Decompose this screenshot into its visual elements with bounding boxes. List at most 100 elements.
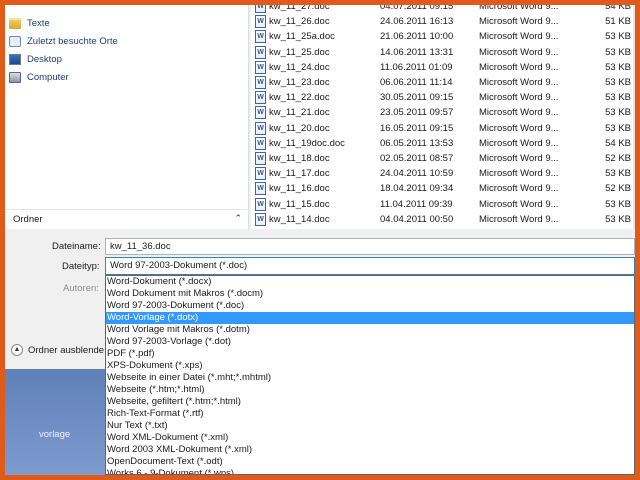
file-name: kw_11_27.doc — [269, 5, 330, 12]
nav-item-texte[interactable]: Texte — [9, 15, 50, 31]
file-type: Microsoft Word 9... — [479, 77, 559, 88]
filetype-option[interactable]: Word 97-2003-Dokument (*.doc) — [106, 300, 634, 312]
file-name: kw_11_17.doc — [269, 168, 330, 180]
filetype-option[interactable]: Webseite, gefiltert (*.htm;*.html) — [106, 396, 634, 408]
file-list: kw_11_27.doc 04.07.2011 09:15 Microsoft Wo… — [251, 5, 635, 229]
file-row[interactable]: kw_11_19doc.doc 06.05.2011 13:53 Microsoft… — [251, 136, 635, 152]
filetype-option[interactable]: Word XML-Dokument (*.xml) — [106, 432, 634, 444]
chevron-up-icon[interactable]: ⌃ — [234, 213, 242, 224]
filetype-option[interactable]: Word 97-2003-Vorlage (*.dot) — [106, 336, 634, 348]
file-name: kw_11_25a.doc — [269, 31, 335, 43]
word-document-icon — [255, 182, 266, 196]
filetype-option[interactable]: Word 2003 XML-Dokument (*.xml) — [106, 444, 634, 456]
panel-label: vorlage — [39, 429, 71, 440]
file-row[interactable]: kw_11_23.doc 06.06.2011 11:14 Microsoft Wo… — [251, 76, 635, 91]
desktop-icon — [9, 53, 21, 65]
word-document-icon — [255, 106, 266, 120]
file-type: Microsoft Word 9... — [479, 46, 559, 58]
word-document-icon — [255, 76, 266, 89]
file-size: 53 KB — [605, 77, 631, 88]
collapse-icon: ▲ — [11, 344, 23, 356]
file-date: 18.04.2011 09:34 — [380, 183, 454, 195]
file-date: 06.05.2011 13:53 — [380, 137, 454, 149]
file-row[interactable]: kw_11_15.doc 11.04.2011 09:39 Microsoft Wo… — [251, 197, 635, 213]
filetype-option[interactable]: Word-Vorlage (*.dotx) — [106, 312, 634, 324]
file-size: 52 KB — [605, 183, 631, 195]
word-document-icon — [255, 45, 266, 59]
file-type: Microsoft Word 9... — [479, 31, 559, 43]
file-size: 53 KB — [605, 168, 631, 180]
file-row[interactable]: kw_11_14.doc 04.04.2011 00:50 Microsoft Wo… — [251, 212, 635, 228]
filetype-option[interactable]: Rich-Text-Format (*.rtf) — [106, 408, 634, 420]
file-date: 14.06.2011 13:31 — [380, 46, 454, 58]
file-row[interactable]: kw_11_22.doc 30.05.2011 09:15 Microsoft Wo… — [251, 91, 635, 106]
filename-input[interactable]: kw_11_36.doc — [105, 238, 635, 255]
file-row[interactable]: kw_11_17.doc 24.04.2011 10:59 Microsoft Wo… — [251, 167, 635, 182]
file-row[interactable]: kw_11_26.doc 24.06.2011 16:13 Microsoft Wo… — [251, 15, 635, 30]
file-name: kw_11_15.doc — [269, 198, 330, 210]
file-size: 53 KB — [605, 31, 631, 43]
file-size: 53 KB — [605, 46, 631, 58]
filetype-dropdown-list[interactable]: Word-Dokument (*.docx) Word Dokument mit … — [105, 275, 635, 475]
filetype-option[interactable]: Webseite in einer Datei (*.mht;*.mhtml) — [106, 372, 634, 384]
file-row[interactable]: kw_11_24.doc 11.06.2011 01:09 Microsoft Wo… — [251, 60, 635, 76]
file-type: Microsoft Word 9... — [479, 198, 559, 210]
file-size: 54 KB — [605, 137, 631, 149]
word-document-icon — [255, 121, 266, 135]
file-size: 52 KB — [605, 153, 631, 164]
filetype-option[interactable]: Word Vorlage mit Makros (*.dotm) — [106, 324, 634, 336]
filetype-option[interactable]: OpenDocument-Text (*.odt) — [106, 456, 634, 468]
word-document-icon — [255, 15, 266, 29]
nav-item-label: Computer — [27, 71, 69, 83]
filetype-option[interactable]: PDF (*.pdf) — [106, 348, 634, 360]
hide-folders-label: Ordner ausblende — [28, 344, 105, 356]
word-document-icon — [255, 136, 266, 150]
nav-item-recent-places[interactable]: Zuletzt besuchte Orte — [9, 33, 118, 49]
folders-bar[interactable]: Ordner ⌃ — [5, 209, 248, 229]
filetype-select[interactable]: Word 97-2003-Dokument (*.doc) — [105, 257, 635, 275]
word-document-icon — [255, 5, 266, 13]
background-panel: vorlage — [5, 369, 105, 475]
nav-item-desktop[interactable]: Desktop — [9, 51, 62, 67]
file-row[interactable]: kw_11_16.doc 18.04.2011 09:34 Microsoft Wo… — [251, 182, 635, 197]
file-type: Microsoft Word 9... — [479, 61, 559, 73]
filetype-option[interactable]: Nur Text (*.txt) — [106, 420, 634, 432]
file-type: Microsoft Word 9... — [479, 92, 559, 104]
file-row[interactable]: kw_11_18.doc 02.05.2011 08:57 Microsoft Wo… — [251, 152, 635, 167]
filetype-option[interactable]: Word-Dokument (*.docx) — [106, 276, 634, 288]
file-row[interactable]: kw_11_20.doc 16.05.2011 09:15 Microsoft Wo… — [251, 121, 635, 137]
file-name: kw_11_18.doc — [269, 153, 330, 164]
file-row[interactable]: kw_11_25a.doc 21.06.2011 10:00 Microsoft W… — [251, 30, 635, 45]
word-document-icon — [255, 60, 266, 74]
nav-item-label: Zuletzt besuchte Orte — [27, 35, 118, 47]
file-type: Microsoft Word 9... — [479, 153, 559, 164]
filetype-option[interactable]: XPS-Dokument (*.xps) — [106, 360, 634, 372]
filename-label: Dateiname: — [52, 241, 101, 252]
hide-folders-button[interactable]: ▲ Ordner ausblende — [11, 344, 104, 356]
filetype-option[interactable]: Works 6 - 9-Dokument (*.wps) — [106, 468, 634, 474]
file-date: 24.06.2011 16:13 — [380, 16, 454, 28]
file-date: 24.04.2011 10:59 — [380, 168, 454, 180]
file-date: 06.06.2011 11:14 — [380, 77, 453, 88]
file-size: 53 KB — [605, 92, 631, 104]
word-document-icon — [255, 152, 266, 165]
file-row[interactable]: kw_11_25.doc 14.06.2011 13:31 Microsoft Wo… — [251, 45, 635, 61]
folder-icon — [9, 17, 21, 29]
folders-label: Ordner — [13, 214, 43, 225]
filetype-option[interactable]: Word Dokument mit Makros (*.docm) — [106, 288, 634, 300]
word-document-icon — [255, 197, 266, 211]
file-name: kw_11_14.doc — [269, 213, 330, 225]
file-row[interactable]: kw_11_21.doc 23.05.2011 09:57 Microsoft Wo… — [251, 106, 635, 121]
nav-item-label: Texte — [27, 17, 50, 29]
nav-item-computer[interactable]: Computer — [9, 69, 69, 85]
navigation-pane: Texte Zuletzt besuchte Orte Desktop Comp… — [5, 5, 249, 229]
file-row[interactable]: kw_11_27.doc 04.07.2011 09:15 Microsoft Wo… — [251, 5, 635, 15]
file-size: 51 KB — [605, 16, 631, 28]
file-name: kw_11_26.doc — [269, 16, 330, 28]
filetype-option[interactable]: Webseite (*.htm;*.html) — [106, 384, 634, 396]
file-type: Microsoft Word 9... — [479, 16, 559, 28]
file-date: 30.05.2011 09:15 — [380, 92, 454, 104]
file-date: 02.05.2011 08:57 — [380, 153, 454, 164]
vertical-scrollbar[interactable] — [633, 5, 635, 229]
file-date: 04.04.2011 00:50 — [380, 213, 454, 225]
